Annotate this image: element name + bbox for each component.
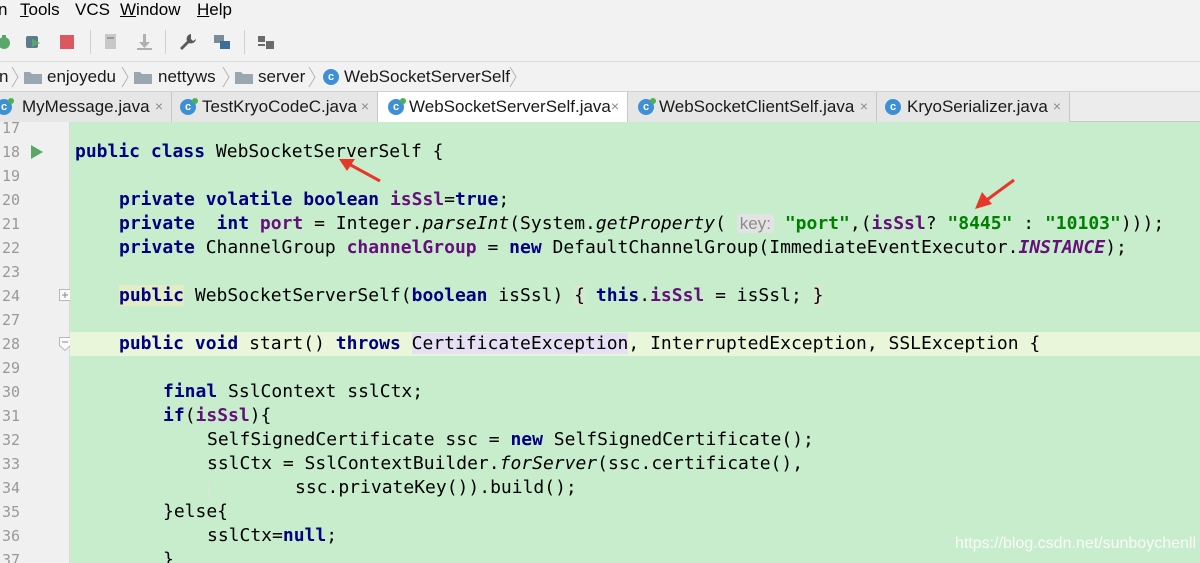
line-number: 37 bbox=[1, 551, 20, 563]
breadcrumb-item-class[interactable]: WebSocketServerSelf bbox=[344, 62, 510, 92]
run-icon[interactable] bbox=[30, 144, 44, 160]
line-number: 24 bbox=[1, 287, 20, 305]
code-line-35: }else{ bbox=[163, 501, 229, 522]
line-number: 17 bbox=[1, 119, 20, 137]
watermark: https://blog.csdn.net/sunboychenll bbox=[954, 535, 1196, 552]
tab-mymessage[interactable]: c MyMessage.java × bbox=[0, 92, 172, 122]
line-number: 22 bbox=[1, 239, 20, 257]
breadcrumb-item-root[interactable]: n bbox=[0, 62, 8, 92]
line-number: 29 bbox=[1, 359, 20, 377]
code-line-24: public WebSocketServerSelf(boolean isSsl… bbox=[119, 285, 824, 306]
tab-websocketclientself[interactable]: c WebSocketClientSelf.java × bbox=[628, 92, 877, 122]
coverage-icon[interactable] bbox=[24, 32, 44, 52]
annotation-arrow bbox=[975, 178, 1015, 209]
annotation-arrow bbox=[339, 159, 381, 183]
project-structure-icon[interactable] bbox=[212, 32, 232, 52]
layout-icon[interactable] bbox=[256, 32, 276, 52]
code-line-28: public void start() throws CertificateEx… bbox=[119, 333, 1041, 354]
code-line-21: private int port = Integer.parseInt(Syst… bbox=[119, 213, 1165, 234]
breadcrumb-item-nettyws[interactable]: nettyws bbox=[158, 62, 216, 92]
code-line-34: ssc.privateKey()).build(); bbox=[295, 477, 577, 498]
breadcrumb-item-enjoyedu[interactable]: enjoyedu bbox=[47, 62, 116, 92]
line-number: 20 bbox=[1, 191, 20, 209]
class-icon: c bbox=[0, 98, 14, 115]
toolbar-separator bbox=[165, 30, 166, 54]
toolbar-separator bbox=[244, 30, 245, 54]
code-line-18: public class WebSocketServerSelf { bbox=[75, 141, 444, 162]
tab-label: MyMessage.java bbox=[22, 97, 150, 116]
line-number: 28 bbox=[1, 335, 20, 353]
class-icon: c bbox=[323, 69, 339, 85]
class-icon: c bbox=[885, 99, 901, 115]
download-icon[interactable] bbox=[134, 32, 154, 52]
breadcrumb: n enjoyedu nettyws server c WebSocketSer… bbox=[0, 62, 1200, 92]
close-icon[interactable]: × bbox=[358, 99, 372, 113]
close-icon[interactable]: × bbox=[152, 99, 166, 113]
folder-icon bbox=[24, 72, 42, 84]
debug-icon[interactable] bbox=[0, 32, 14, 52]
folder-icon bbox=[235, 72, 253, 84]
menu-item-truncated[interactable]: n bbox=[0, 0, 7, 22]
code-line-36: sslCtx=null; bbox=[207, 525, 338, 546]
menu-item-vcs[interactable]: VCS bbox=[75, 0, 110, 22]
code-line-33: sslCtx = SslContextBuilder.forServer(ssc… bbox=[207, 453, 804, 474]
tab-label: WebSocketClientSelf.java bbox=[659, 97, 855, 116]
close-icon[interactable]: × bbox=[857, 99, 871, 113]
tab-kryoserializer[interactable]: c KryoSerializer.java × bbox=[877, 92, 1070, 122]
chevron-right-icon bbox=[11, 66, 19, 88]
breadcrumb-item-server[interactable]: server bbox=[258, 62, 305, 92]
code-line-20: private volatile boolean isSsl=true; bbox=[119, 189, 510, 210]
line-number: 19 bbox=[1, 167, 20, 185]
menu-item-window[interactable]: Window bbox=[120, 0, 180, 22]
chevron-right-icon bbox=[308, 66, 316, 88]
line-number: 30 bbox=[1, 383, 20, 401]
class-icon: c bbox=[180, 98, 198, 115]
tab-label: TestKryoCodeC.java bbox=[202, 97, 357, 116]
menu-bar: n Tools VCS Window Help bbox=[0, 0, 1200, 22]
code-line-37: } bbox=[163, 549, 174, 563]
chevron-right-icon bbox=[121, 66, 129, 88]
tab-websocketserverself[interactable]: c WebSocketServerSelf.java × bbox=[378, 92, 628, 123]
line-number: 32 bbox=[1, 431, 20, 449]
close-icon[interactable]: × bbox=[608, 99, 622, 113]
folder-icon bbox=[134, 72, 152, 84]
build-icon[interactable] bbox=[101, 32, 121, 52]
code-line-31: if(isSsl){ bbox=[163, 405, 272, 426]
chevron-right-icon bbox=[222, 66, 230, 88]
editor-tab-bar: c MyMessage.java × c TestKryoCodeC.java … bbox=[0, 92, 1200, 123]
code-line-30: final SslContext sslCtx; bbox=[163, 381, 424, 402]
line-number: 36 bbox=[1, 527, 20, 545]
code-editor[interactable]: public class WebSocketServerSelf { priva… bbox=[70, 122, 1200, 563]
line-number: 21 bbox=[1, 215, 20, 233]
line-number: 23 bbox=[1, 263, 20, 281]
class-icon: c bbox=[638, 98, 656, 115]
toolbar-separator bbox=[90, 30, 91, 54]
indent-guide bbox=[208, 482, 209, 500]
parameter-hint: key: bbox=[736, 214, 774, 233]
menu-item-tools[interactable]: Tools bbox=[20, 0, 60, 22]
line-number: 35 bbox=[1, 503, 20, 521]
tab-label: KryoSerializer.java bbox=[907, 97, 1048, 116]
line-number: 31 bbox=[1, 407, 20, 425]
line-number: 33 bbox=[1, 455, 20, 473]
menu-item-help[interactable]: Help bbox=[197, 0, 232, 22]
close-icon[interactable]: × bbox=[1050, 99, 1064, 113]
code-line-32: SelfSignedCertificate ssc = new SelfSign… bbox=[207, 429, 814, 450]
line-number: 18 bbox=[1, 143, 20, 161]
class-icon: c bbox=[388, 98, 406, 115]
editor-gutter: 17 18 19 20 21 22 23 24 27 28 29 30 31 3… bbox=[0, 119, 71, 563]
line-number: 27 bbox=[1, 311, 20, 329]
stop-icon[interactable] bbox=[57, 32, 77, 52]
chevron-right-icon bbox=[509, 66, 517, 88]
line-number: 34 bbox=[1, 479, 20, 497]
tab-label: WebSocketServerSelf.java bbox=[409, 97, 611, 116]
wrench-icon[interactable] bbox=[177, 32, 197, 52]
code-line-22: private ChannelGroup channelGroup = new … bbox=[119, 237, 1127, 258]
main-toolbar bbox=[0, 22, 1200, 62]
tab-testkryocodec[interactable]: c TestKryoCodeC.java × bbox=[172, 92, 378, 122]
